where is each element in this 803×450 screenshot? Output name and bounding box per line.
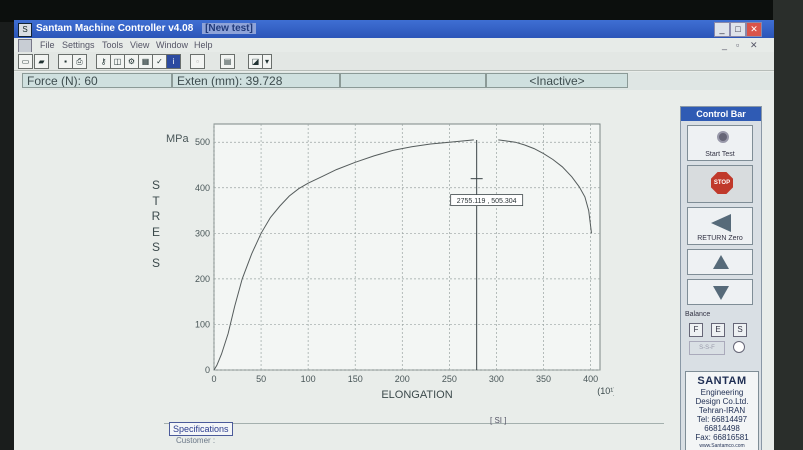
open-folder-icon[interactable]: ▰ [34,54,49,69]
info-icon[interactable]: i [166,54,181,69]
force-readout: Force (N): 60 [22,73,172,88]
extension-readout: Exten (mm): 39.728 [172,73,340,88]
company-web: www.Santamco.com [699,443,745,449]
start-test-label: Start Test [705,151,735,158]
control-bar: Control Bar Start Test STOP RETURN Zero … [680,106,762,450]
return-zero-button[interactable]: RETURN Zero [687,207,753,245]
x-axis-label: ELONGATION [381,389,452,401]
close-icon[interactable]: ✕ [746,22,762,37]
app-window: S Santam Machine Controller v4.08 [New t… [14,20,774,450]
chart-svg: 0 50 100 150 200 250 300 350 400 0 100 200 300 400 500… [166,123,614,401]
child-minimize-icon[interactable]: _ [722,38,727,52]
tab-specifications[interactable]: Specifications [169,422,233,436]
x-tick-label: 200 [395,374,410,384]
y-tick-label: 200 [195,274,210,284]
si-unit-tag: [ SI ] [490,416,507,425]
x-tick-label: 150 [348,374,363,384]
balance-e-button[interactable]: E [711,323,725,337]
stop-icon: STOP [711,172,733,194]
status-empty-cell [340,73,486,88]
report-icon[interactable]: ▤ [220,54,235,69]
child-restore-icon[interactable]: ▫ [736,38,739,52]
balance-label: Balance [685,311,711,318]
machine-state: <Inactive> [486,73,628,88]
plot-area [213,123,601,371]
y-tick-label: 300 [195,228,210,238]
menu-bar: File Settings Tools View Window Help _ ▫… [14,38,774,53]
title-bar: S Santam Machine Controller v4.08 [New t… [14,20,774,38]
y-tick-label: 400 [195,183,210,193]
system-menu-icon[interactable] [18,39,32,53]
cursor-readout-text: 2755.119 , 505.304 [457,198,517,205]
company-fax: Fax: 66816581 [695,433,749,442]
company-tel2: 66814498 [704,424,740,433]
menu-settings[interactable]: Settings [62,38,95,52]
bottom-separator [164,423,664,424]
menu-help[interactable]: Help [194,38,213,52]
child-close-icon[interactable]: ✕ [750,38,758,52]
monitor-bezel-right [773,0,803,450]
x-tick-label: 350 [536,374,551,384]
disabled-tool-icon[interactable]: ▫ [190,54,205,69]
key-icon[interactable]: ⚷ [96,54,111,69]
toolbar: ▭ ▰ ▪ ⎙ ⚷ ◫ ⚙ ▦ ✓ i ▫ ▤ ◪ ▾ [14,52,774,71]
x-tick-label: 250 [442,374,457,384]
company-line2: Design Co.Ltd. [695,397,749,406]
stress-elongation-chart[interactable]: 0 50 100 150 200 250 300 350 400 0 100 200 300 400 500… [134,102,614,422]
company-name: SANTAM [697,375,747,387]
company-line1: Engineering [700,388,744,397]
x-tick-label: 300 [489,374,504,384]
menu-window[interactable]: Window [156,38,188,52]
balance-indicator-icon [733,341,745,353]
x-tick-label: 100 [301,374,316,384]
window-title: Santam Machine Controller v4.08 [New tes… [36,20,256,38]
move-down-button[interactable] [687,279,753,305]
dropdown-arrow-icon[interactable]: ▾ [262,54,272,69]
y-tick-label: 0 [205,365,210,375]
print-icon[interactable]: ⎙ [72,54,87,69]
monitor-bezel-top [0,0,803,22]
control-bar-title: Control Bar [681,107,761,121]
minimize-icon[interactable]: _ [714,22,730,37]
x-tick-label: 400 [583,374,598,384]
customer-label: Customer : [176,436,216,445]
settings-icon[interactable]: ⚙ [124,54,139,69]
company-line3: Tehran-IRAN [698,406,746,415]
check-icon[interactable]: ✓ [152,54,167,69]
menu-file[interactable]: File [40,38,55,52]
save-icon[interactable]: ▪ [58,54,73,69]
print-preview-icon[interactable]: ◫ [110,54,125,69]
new-file-icon[interactable]: ▭ [18,54,33,69]
start-test-button[interactable]: Start Test [687,125,753,161]
ssf-button[interactable]: S-S-F [689,341,725,355]
menu-view[interactable]: View [130,38,149,52]
arrow-down-icon [713,286,729,300]
grid-icon[interactable]: ▦ [138,54,153,69]
y-tick-label: 100 [195,319,210,329]
y-tick-label: 500 [195,137,210,147]
return-zero-icon [711,214,731,232]
company-info: SANTAM Engineering Design Co.Ltd. Tehran… [685,371,759,450]
move-up-button[interactable] [687,249,753,275]
stop-button[interactable]: STOP [687,165,753,203]
return-zero-label: RETURN Zero [697,235,743,242]
export-icon[interactable]: ◪ [248,54,263,69]
menu-tools[interactable]: Tools [102,38,123,52]
x-tick-label: 0 [211,374,216,384]
company-tel1: Tel: 66814497 [696,415,748,424]
start-icon [717,131,729,143]
maximize-icon[interactable]: □ [730,22,746,37]
balance-f-button[interactable]: F [689,323,703,337]
document-title: [New test] [202,23,256,34]
x-axis-unit: (10¹) % [597,386,614,396]
arrow-up-icon [713,255,729,269]
y-axis-unit: MPa [166,133,190,145]
status-bar: Force (N): 60 Exten (mm): 39.728 <Inacti… [14,72,774,90]
balance-s-button[interactable]: S [733,323,747,337]
x-tick-label: 50 [256,374,266,384]
app-title: Santam Machine Controller v4.08 [36,23,194,34]
app-icon: S [18,23,32,37]
